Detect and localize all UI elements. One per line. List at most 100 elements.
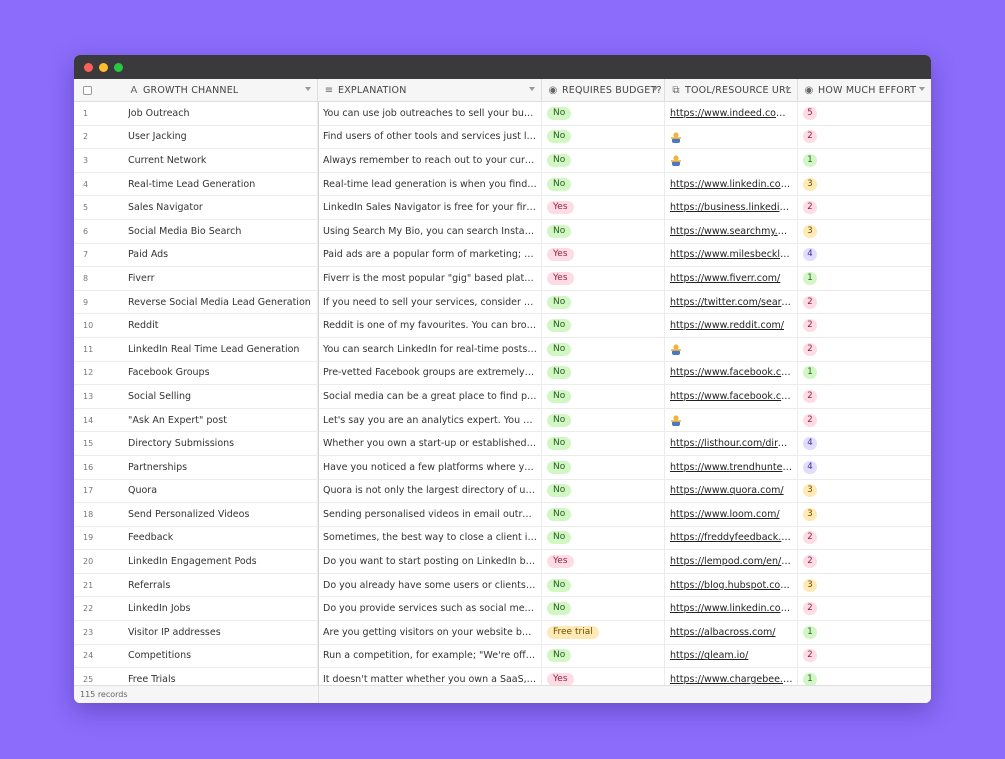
resource-url-cell[interactable]: https://www.facebook.com/groups [665,361,798,385]
table-row[interactable]: 22 LinkedIn Jobs Do you provide services… [74,597,931,622]
effort-cell[interactable]: 3 [798,480,931,503]
table-row[interactable]: 25 Free Trials It doesn't matter whether… [74,668,931,685]
requires-budget-cell[interactable]: No [542,314,665,337]
explanation-cell[interactable]: Have you noticed a few platforms where y… [318,455,542,479]
resource-link[interactable]: https://twitter.com/search?q= [670,297,797,308]
effort-cell[interactable]: 2 [798,385,931,408]
growth-channel-cell[interactable]: LinkedIn Engagement Pods [119,550,318,573]
table-row[interactable]: 14 "Ask An Expert" post Let's say you ar… [74,408,931,433]
table-row[interactable]: 5 Sales Navigator LinkedIn Sales Navigat… [74,196,931,220]
explanation-cell[interactable]: Sending personalised videos in email out… [318,503,542,526]
table-row[interactable]: 13 Social Selling Social media can be a … [74,385,931,409]
table-row[interactable]: 20 LinkedIn Engagement Pods Do you want … [74,550,931,574]
resource-link[interactable]: https://blog.hubspot.com/sales [670,580,797,591]
resource-link[interactable]: https://listhour.com/directories [670,438,797,449]
table-row[interactable]: 18 Send Personalized Videos Sending pers… [74,503,931,527]
table-row[interactable]: 21 Referrals Do you already have some us… [74,573,931,598]
resource-link[interactable]: https://freddyfeedback.com/ [670,532,797,543]
effort-cell[interactable]: 3 [798,574,931,597]
resource-link[interactable]: https://www.loom.com/ [670,509,797,520]
effort-cell[interactable]: 4 [798,244,931,267]
growth-channel-cell[interactable]: Paid Ads [119,243,318,267]
requires-budget-cell[interactable]: Yes [542,196,665,219]
requires-budget-cell[interactable]: No [542,361,665,385]
growth-channel-cell[interactable]: Job Outreach [119,102,318,125]
requires-budget-cell[interactable]: Yes [542,668,665,685]
explanation-cell[interactable]: Are you getting visitors on your website… [318,621,542,644]
explanation-cell[interactable]: You can use job outreaches to sell your … [318,102,542,125]
table-row[interactable]: 23 Visitor IP addresses Are you getting … [74,621,931,645]
effort-cell[interactable]: 2 [798,126,931,149]
table-row[interactable]: 15 Directory Submissions Whether you own… [74,432,931,456]
resource-url-cell[interactable]: https://twitter.com/search?q= [665,290,798,314]
growth-channel-cell[interactable]: Free Trials [119,668,318,685]
explanation-cell[interactable]: Fiverr is the most popular "gig" based p… [318,267,542,290]
resource-url-cell[interactable]: https://listhour.com/directories [665,432,798,455]
table-row[interactable]: 4 Real-time Lead Generation Real-time le… [74,172,931,197]
explanation-cell[interactable]: Always remember to reach out to your cur… [318,149,542,172]
requires-budget-cell[interactable]: No [542,149,665,172]
effort-cell[interactable]: 2 [798,196,931,219]
explanation-cell[interactable]: Do you already have some users or client… [318,573,542,597]
requires-budget-cell[interactable]: No [542,125,665,149]
minimize-window-button[interactable] [99,63,108,72]
requires-budget-cell[interactable]: No [542,102,665,125]
requires-budget-cell[interactable]: No [542,432,665,455]
growth-channel-cell[interactable]: Current Network [119,149,318,172]
growth-channel-cell[interactable]: Social Selling [119,385,318,408]
effort-cell[interactable]: 2 [798,338,931,361]
table-row[interactable]: 1 Job Outreach You can use job outreache… [74,102,931,126]
resource-url-cell[interactable]: https://www.quora.com/ [665,479,798,503]
resource-url-cell[interactable]: https://www.searchmy.bio/ [665,219,798,243]
explanation-cell[interactable]: It doesn't matter whether you own a SaaS… [318,668,542,685]
effort-cell[interactable]: 3 [798,503,931,526]
growth-channel-cell[interactable]: Fiverr [119,267,318,290]
table-row[interactable]: 17 Quora Quora is not only the largest d… [74,479,931,504]
effort-cell[interactable]: 1 [798,668,931,685]
requires-budget-cell[interactable]: No [542,385,665,408]
effort-cell[interactable]: 1 [798,362,931,385]
effort-cell[interactable]: 2 [798,597,931,620]
explanation-cell[interactable]: Whether you own a start-up or establishe… [318,432,542,455]
chevron-down-icon[interactable] [529,87,535,91]
maximize-window-button[interactable] [114,63,123,72]
resource-link[interactable]: https://www.facebook.com/ [670,391,797,402]
effort-cell[interactable]: 3 [798,173,931,196]
resource-link[interactable]: https://gleam.io/ [670,650,797,661]
effort-cell[interactable]: 2 [798,550,931,573]
table-row[interactable]: 9 Reverse Social Media Lead Generation I… [74,290,931,315]
requires-budget-cell[interactable]: No [542,219,665,243]
requires-budget-cell[interactable]: No [542,573,665,597]
column-header-requires-budget[interactable]: ◉ REQUIRES BUDGET? [542,79,665,101]
resource-url-cell[interactable]: https://www.linkedin.com/jobs [665,597,798,621]
explanation-cell[interactable]: Pre-vetted Facebook groups are extremely… [318,361,542,385]
growth-channel-cell[interactable]: Feedback [119,526,318,550]
chevron-down-icon[interactable] [919,87,925,91]
growth-channel-cell[interactable]: Competitions [119,644,318,668]
resource-link[interactable]: https://www.linkedin.com/search [670,179,797,190]
effort-cell[interactable]: 2 [798,527,931,550]
resource-url-cell[interactable]: https://business.linkedin.com/sales [665,196,798,219]
resource-link[interactable]: https://www.facebook.com/groups [670,367,797,378]
resource-link[interactable]: https://business.linkedin.com/sales [670,202,797,213]
growth-channel-cell[interactable]: Social Media Bio Search [119,219,318,243]
resource-url-cell[interactable]: https://www.chargebee.com/ [665,668,798,685]
growth-channel-cell[interactable]: User Jacking [119,125,318,149]
resource-url-cell[interactable] [665,125,798,149]
resource-link[interactable]: https://www.milesbeckler.com/ [670,249,797,260]
growth-channel-cell[interactable]: Facebook Groups [119,361,318,385]
effort-cell[interactable]: 1 [798,621,931,644]
column-header-how-much-effort[interactable]: ◉ HOW MUCH EFFORT [798,79,931,101]
resource-url-cell[interactable]: https://blog.hubspot.com/sales [665,573,798,597]
resource-link[interactable]: https://www.indeed.com/jobs [670,108,797,119]
table-row[interactable]: 16 Partnerships Have you noticed a few p… [74,455,931,480]
resource-link[interactable]: https://www.searchmy.bio/ [670,226,797,237]
growth-channel-cell[interactable]: Reddit [119,314,318,337]
resource-url-cell[interactable]: https://lempod.com/en/home [665,550,798,573]
explanation-cell[interactable]: Find users of other tools and services j… [318,125,542,149]
effort-cell[interactable]: 2 [798,314,931,337]
resource-url-cell[interactable]: https://www.facebook.com/ [665,385,798,408]
growth-channel-cell[interactable]: Visitor IP addresses [119,621,318,644]
resource-link[interactable]: https://albacross.com/ [670,627,797,638]
explanation-cell[interactable]: Do you provide services such as social m… [318,597,542,621]
